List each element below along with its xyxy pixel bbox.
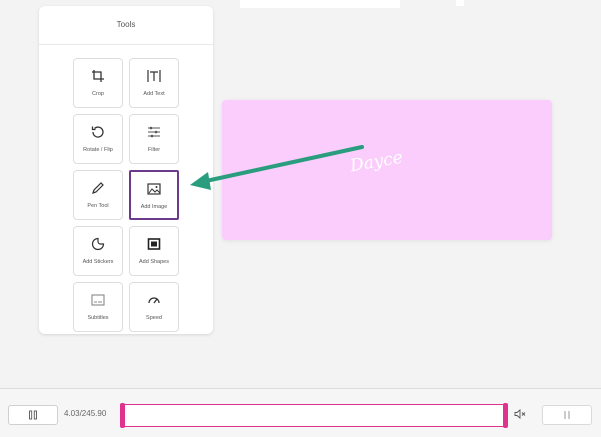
tools-panel: Tools Crop Add Text Rotate / Flip Filter… [39, 6, 213, 334]
top-bar-fragment-dot [456, 0, 464, 6]
skip-end-icon [564, 411, 570, 419]
tool-rotate-flip-button[interactable]: Rotate / Flip [73, 114, 123, 164]
end-button[interactable] [542, 405, 592, 425]
speed-icon [130, 292, 178, 308]
time-readout: 4.03/245.90 [64, 409, 107, 418]
tools-title: Tools [39, 6, 213, 45]
tool-crop-button[interactable]: Crop [73, 58, 123, 108]
pause-icon [29, 410, 37, 420]
image-icon [131, 181, 177, 197]
preview-canvas[interactable]: Dayce [222, 100, 552, 240]
rotate-icon [74, 124, 122, 140]
tool-label: Add Shapes [139, 259, 169, 265]
canvas-script-text: Dayce [348, 147, 405, 177]
tool-label: Pen Tool [87, 203, 109, 209]
shape-icon [130, 236, 178, 252]
speaker-muted-icon [514, 409, 526, 419]
tool-add-text-button[interactable]: Add Text [129, 58, 179, 108]
top-bar-fragment [240, 0, 400, 8]
tool-add-image-button[interactable]: Add Image [129, 170, 179, 220]
tool-label: Crop [92, 91, 104, 97]
text-icon [130, 68, 178, 84]
tool-add-stickers-button[interactable]: Add Stickers [73, 226, 123, 276]
tool-label: Filter [147, 147, 161, 153]
pen-icon [74, 180, 122, 196]
tool-label: Rotate / Flip [83, 147, 113, 153]
tool-label: Add Text [143, 91, 165, 97]
tool-filter-button[interactable]: Filter [129, 114, 179, 164]
mute-button[interactable] [514, 409, 526, 422]
tool-speed-button[interactable]: Speed [129, 282, 179, 332]
tool-label: Subtitles [87, 315, 109, 321]
crop-icon [74, 68, 122, 84]
tool-pen-button[interactable]: Pen Tool [73, 170, 123, 220]
timeline-track[interactable] [120, 403, 508, 428]
tool-label: Add Image [140, 204, 168, 210]
tool-subtitles-button[interactable]: Subtitles [73, 282, 123, 332]
player-bar: 4.03/245.90 [0, 388, 601, 437]
tool-add-shapes-button[interactable]: Add Shapes [129, 226, 179, 276]
sticker-icon [74, 236, 122, 252]
filter-icon [130, 124, 178, 140]
timeline-start-handle[interactable] [120, 403, 125, 428]
tool-label: Speed [146, 315, 162, 321]
timeline-end-handle[interactable] [503, 403, 508, 428]
subtitles-icon [74, 292, 122, 308]
pause-button[interactable] [8, 405, 58, 425]
tool-label: Add Stickers [82, 259, 114, 265]
